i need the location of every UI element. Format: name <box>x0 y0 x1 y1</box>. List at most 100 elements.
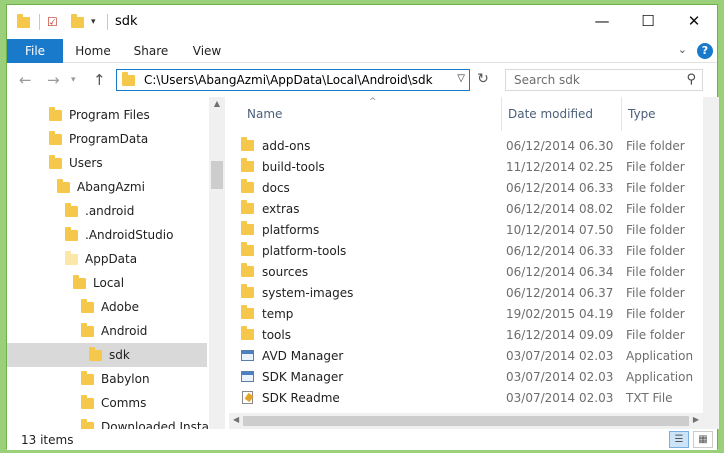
file-row[interactable]: add-ons 06/12/2014 06.30 File folder <box>239 135 701 156</box>
scroll-up-icon[interactable]: ▲ <box>209 99 225 108</box>
horizontal-scroll-thumb[interactable] <box>243 416 689 426</box>
tree-item[interactable]: Android <box>7 319 207 343</box>
file-name-cell[interactable]: SDK Manager <box>239 370 343 384</box>
file-name-cell[interactable]: add-ons <box>239 137 310 153</box>
expand-ribbon-icon[interactable]: ⌄ <box>678 43 687 56</box>
file-name: sources <box>262 264 309 279</box>
details-view-icon[interactable]: ☰ <box>669 431 689 448</box>
tree-item[interactable]: Users <box>7 151 207 175</box>
file-name-cell[interactable]: platforms <box>239 221 319 237</box>
back-arrow-icon[interactable]: ← <box>19 71 32 89</box>
file-row[interactable]: platforms 10/12/2014 07.50 File folder <box>239 219 701 240</box>
tree-item-label: .android <box>85 204 135 218</box>
tree-item[interactable]: Program Files <box>7 103 207 127</box>
title-separator <box>39 14 40 30</box>
search-icon[interactable]: ⚲ <box>686 72 696 87</box>
file-name-cell[interactable]: system-images <box>239 284 353 300</box>
file-row[interactable]: SDK Readme 03/07/2014 02.03 TXT File <box>239 387 701 408</box>
file-row[interactable]: system-images 06/12/2014 06.37 File folder <box>239 282 701 303</box>
recent-locations-icon[interactable]: ▾ <box>71 75 76 85</box>
folder-icon <box>240 158 254 172</box>
tree-item[interactable]: sdk <box>7 343 207 367</box>
tree-item[interactable]: Babylon <box>7 367 207 391</box>
file-row[interactable]: SDK Manager 03/07/2014 02.03 Application <box>239 366 701 387</box>
tab-home[interactable]: Home <box>69 39 117 63</box>
file-name-cell[interactable]: build-tools <box>239 158 325 174</box>
tab-file[interactable]: File <box>7 39 63 63</box>
help-button[interactable]: ? <box>697 43 713 59</box>
address-path[interactable]: C:\Users\AbangAzmi\AppData\Local\Android… <box>144 73 433 87</box>
file-row[interactable]: tools 16/12/2014 09.09 File folder <box>239 324 701 345</box>
tree-item[interactable]: .AndroidStudio <box>7 223 207 247</box>
file-date: 06/12/2014 08.02 <box>506 201 614 216</box>
file-row[interactable]: extras 06/12/2014 08.02 File folder <box>239 198 701 219</box>
file-name-cell[interactable]: docs <box>239 179 290 195</box>
tree-item[interactable]: .android <box>7 199 207 223</box>
search-box[interactable]: Search sdk ⚲ <box>505 69 703 91</box>
file-row[interactable]: platform-tools 06/12/2014 06.33 File folde… <box>239 240 701 261</box>
forward-arrow-icon[interactable]: → <box>47 71 60 89</box>
content-horizontal-scrollbar[interactable]: ◀ ▶ <box>229 413 703 429</box>
tree-item[interactable]: AppData <box>7 247 207 271</box>
file-type: File folder <box>626 138 685 153</box>
file-row[interactable]: docs 06/12/2014 06.33 File folder <box>239 177 701 198</box>
text-file-icon <box>241 391 253 404</box>
file-name-cell[interactable]: AVD Manager <box>239 349 343 363</box>
nav-scroll-thumb[interactable] <box>211 161 223 189</box>
tree-item-label: Local <box>93 276 125 290</box>
column-header-name[interactable]: Name <box>247 97 282 131</box>
scroll-left-icon[interactable]: ◀ <box>233 415 239 424</box>
tree-item[interactable]: Adobe <box>7 295 207 319</box>
minimize-button[interactable]: — <box>579 5 625 37</box>
file-name-cell[interactable]: SDK Readme <box>239 391 340 405</box>
quick-access-dropdown-icon[interactable]: ▾ <box>91 13 96 31</box>
file-name-cell[interactable]: temp <box>239 305 293 321</box>
content-vertical-scrollbar[interactable] <box>703 97 719 413</box>
properties-check-icon[interactable]: ☑ <box>47 13 58 31</box>
refresh-icon[interactable]: ↻ <box>473 71 493 91</box>
tab-view[interactable]: View <box>183 39 231 63</box>
file-row[interactable]: sources 06/12/2014 06.34 File folder <box>239 261 701 282</box>
file-row[interactable]: AVD Manager 03/07/2014 02.03 Application <box>239 345 701 366</box>
column-divider[interactable] <box>621 97 622 131</box>
file-name-cell[interactable]: extras <box>239 200 300 216</box>
title-bar: ☑ ▾ sdk — ☐ ✕ <box>7 5 717 39</box>
file-row[interactable]: build-tools 11/12/2014 02.25 File folder <box>239 156 701 177</box>
tree-item[interactable]: Downloaded Installati <box>7 415 225 429</box>
folder-icon <box>89 346 102 361</box>
folder-icon <box>65 202 78 217</box>
folder-icon <box>49 154 62 169</box>
file-name-cell[interactable]: platform-tools <box>239 242 346 258</box>
address-dropdown-icon[interactable]: ▽ <box>457 73 465 84</box>
file-type: File folder <box>626 180 685 195</box>
maximize-button[interactable]: ☐ <box>625 5 671 37</box>
window-folder-icon <box>17 13 30 31</box>
scroll-right-icon[interactable]: ▶ <box>693 415 699 424</box>
file-date: 03/07/2014 02.03 <box>506 369 614 384</box>
tree-item[interactable]: ProgramData <box>7 127 207 151</box>
folder-icon <box>65 226 78 241</box>
item-count: 13 items <box>21 433 74 447</box>
column-divider[interactable] <box>501 97 502 131</box>
new-folder-icon[interactable] <box>71 13 84 31</box>
column-header-date[interactable]: Date modified <box>508 97 593 131</box>
address-bar[interactable]: C:\Users\AbangAzmi\AppData\Local\Android… <box>116 69 470 91</box>
tab-share[interactable]: Share <box>127 39 175 63</box>
file-row[interactable]: temp 19/02/2015 04.19 File folder <box>239 303 701 324</box>
tree-item-label: Babylon <box>101 372 150 386</box>
tree-item[interactable]: AbangAzmi <box>7 175 207 199</box>
close-button[interactable]: ✕ <box>671 5 717 37</box>
large-icons-view-icon[interactable]: ▦ <box>693 431 713 448</box>
column-header-type[interactable]: Type <box>628 97 656 131</box>
file-name-cell[interactable]: tools <box>239 326 291 342</box>
tree-item[interactable]: Comms <box>7 391 207 415</box>
nav-scrollbar[interactable]: ▲ <box>209 97 225 429</box>
navigation-pane: Program Files ProgramData Users AbangAzmi .a… <box>7 97 225 429</box>
up-arrow-icon[interactable]: ↑ <box>93 71 106 89</box>
folder-icon <box>240 179 254 193</box>
file-date: 06/12/2014 06.37 <box>506 285 614 300</box>
file-name-cell[interactable]: sources <box>239 263 309 279</box>
tree-item[interactable]: Local <box>7 271 207 295</box>
file-date: 19/02/2015 04.19 <box>506 306 614 321</box>
search-input[interactable]: Search sdk <box>514 73 580 87</box>
